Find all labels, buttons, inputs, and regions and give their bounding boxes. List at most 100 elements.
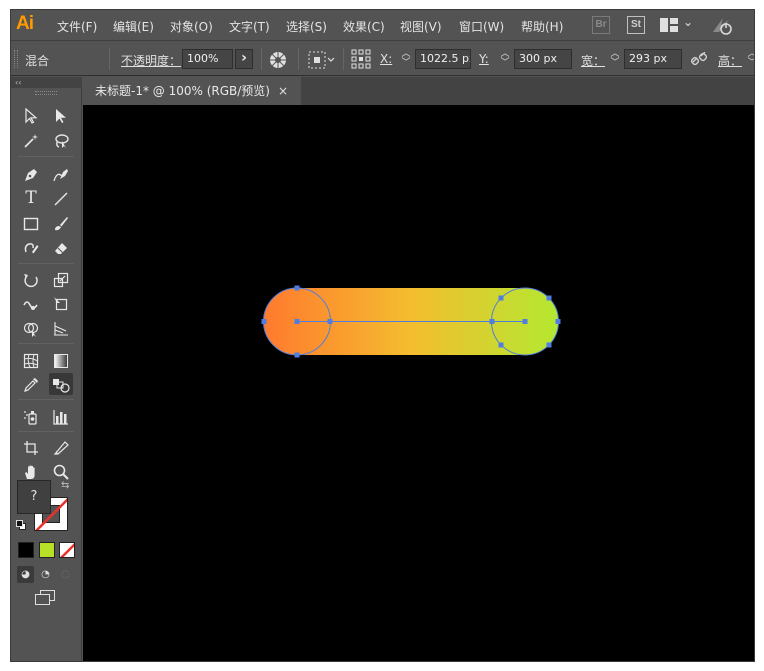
align-options-icon[interactable] xyxy=(308,51,336,69)
width-tool-icon[interactable] xyxy=(19,292,43,314)
hand-tool-icon[interactable] xyxy=(19,460,43,482)
menu-select[interactable]: 选择(S) xyxy=(286,18,327,35)
eraser-tool-icon[interactable] xyxy=(49,236,73,258)
divider xyxy=(18,156,74,157)
rectangle-tool-icon[interactable] xyxy=(19,212,43,234)
height-stepper[interactable]: ︿﹀ xyxy=(746,50,754,68)
opacity-dropdown-button[interactable]: › xyxy=(235,49,253,69)
selection-tool-icon[interactable] xyxy=(19,104,43,126)
divider xyxy=(18,399,74,400)
anchor-point[interactable] xyxy=(327,319,333,324)
anchor-point[interactable] xyxy=(498,342,504,348)
column-graph-tool-icon[interactable] xyxy=(49,405,73,427)
width-input[interactable]: 293 px xyxy=(624,49,682,69)
close-tab-icon[interactable]: × xyxy=(278,77,288,105)
y-label[interactable]: Y: xyxy=(479,52,489,66)
slice-tool-icon[interactable] xyxy=(49,436,73,458)
magic-wand-tool-icon[interactable] xyxy=(19,129,43,151)
perspective-grid-tool-icon[interactable] xyxy=(49,317,73,339)
scale-tool-icon[interactable] xyxy=(49,268,73,290)
divider xyxy=(18,431,74,432)
screen-mode-icon[interactable] xyxy=(35,590,57,610)
menu-edit[interactable]: 编辑(E) xyxy=(113,18,154,35)
anchor-point[interactable] xyxy=(294,285,300,291)
tools-panel-grip[interactable] xyxy=(35,91,57,95)
artboard-canvas[interactable] xyxy=(83,105,754,661)
direct-selection-tool-icon[interactable] xyxy=(49,104,73,126)
anchor-point[interactable] xyxy=(294,352,300,358)
arrange-dropdown-caret[interactable]: ⌄ xyxy=(683,15,693,29)
tools-panel-collapse[interactable]: ‹‹ xyxy=(11,77,82,88)
height-label[interactable]: 高： xyxy=(718,52,742,69)
zoom-tool-icon[interactable] xyxy=(49,460,73,482)
curvature-tool-icon[interactable] xyxy=(49,163,73,185)
x-label[interactable]: X: xyxy=(380,52,392,66)
draw-normal-icon[interactable]: ◕ xyxy=(17,566,34,583)
menu-type[interactable]: 文字(T) xyxy=(229,18,270,35)
document-tab-bar: 未标题-1* @ 100% (RGB/预览) × xyxy=(83,77,754,105)
eyedropper-tool-icon[interactable] xyxy=(19,373,43,395)
menu-effect[interactable]: 效果(C) xyxy=(343,18,385,35)
line-segment-tool-icon[interactable] xyxy=(49,187,73,209)
blend-label: 混合 xyxy=(25,54,50,68)
control-bar: 混合 不透明度： 100% › X: ︿ ﹀ 1022.5 px Y: ︿ ﹀ 30… xyxy=(11,42,754,76)
opacity-label[interactable]: 不透明度： xyxy=(121,52,181,69)
mesh-tool-icon[interactable] xyxy=(19,349,43,371)
x-stepper[interactable]: ︿ ﹀ xyxy=(400,50,412,68)
y-stepper[interactable]: ︿ ﹀ xyxy=(499,50,511,68)
paintbrush-tool-icon[interactable] xyxy=(49,212,73,234)
anchor-point[interactable] xyxy=(489,319,495,324)
reference-point-icon[interactable] xyxy=(351,49,371,69)
shape-builder-tool-icon[interactable] xyxy=(19,317,43,339)
anchor-point[interactable] xyxy=(294,319,300,324)
lasso-tool-icon[interactable] xyxy=(49,129,73,151)
recolor-artwork-icon[interactable] xyxy=(269,51,287,69)
draw-inside-icon[interactable]: ◌ xyxy=(57,566,74,583)
menu-view[interactable]: 视图(V) xyxy=(400,18,442,35)
document-tab[interactable]: 未标题-1* @ 100% (RGB/预览) × xyxy=(83,77,301,105)
artwork-layer xyxy=(261,285,561,358)
anchor-point[interactable] xyxy=(261,319,267,324)
color-swatch-black[interactable] xyxy=(18,542,34,558)
ai-logo: Ai xyxy=(16,13,34,34)
rotate-tool-icon[interactable] xyxy=(19,268,43,290)
menu-window[interactable]: 窗口(W) xyxy=(459,18,504,35)
color-swatch-none[interactable] xyxy=(59,542,75,558)
menu-object[interactable]: 对象(O) xyxy=(170,18,213,35)
anchor-point[interactable] xyxy=(546,295,552,301)
shaper-tool-icon[interactable] xyxy=(19,236,43,258)
pen-tool-icon[interactable] xyxy=(19,163,43,185)
menu-file[interactable]: 文件(F) xyxy=(57,18,97,35)
menu-bar: Ai 文件(F) 编辑(E) 对象(O) 文字(T) 选择(S) 效果(C) 视… xyxy=(11,10,754,41)
x-input[interactable]: 1022.5 px xyxy=(415,49,471,69)
tools-panel: ‹‹ T ⇆ ? ◕ ◔ ◌ xyxy=(11,77,82,661)
symbol-sprayer-tool-icon[interactable] xyxy=(19,405,43,427)
artboard-tool-icon[interactable] xyxy=(19,436,43,458)
width-label[interactable]: 宽： xyxy=(581,52,605,69)
y-input[interactable]: 300 px xyxy=(514,49,572,69)
stock-button[interactable]: St xyxy=(627,16,645,34)
menu-help[interactable]: 帮助(H) xyxy=(521,18,563,35)
opacity-input[interactable]: 100% xyxy=(182,49,233,69)
draw-behind-icon[interactable]: ◔ xyxy=(37,566,54,583)
width-stepper[interactable]: ︿ ﹀ xyxy=(609,50,621,68)
control-bar-grip[interactable] xyxy=(14,50,18,68)
type-tool-icon[interactable]: T xyxy=(19,187,43,209)
default-fill-stroke-icon[interactable] xyxy=(16,519,26,530)
constrain-proportions-icon[interactable] xyxy=(690,51,708,66)
anchor-point[interactable] xyxy=(522,319,528,324)
swap-fill-stroke-icon[interactable]: ⇆ xyxy=(61,480,69,491)
free-transform-tool-icon[interactable] xyxy=(49,292,73,314)
anchor-point[interactable] xyxy=(555,319,561,324)
anchor-point[interactable] xyxy=(546,342,552,348)
anchor-point[interactable] xyxy=(498,295,504,301)
fill-swatch[interactable]: ? xyxy=(17,480,51,514)
blend-tool-icon[interactable] xyxy=(49,373,73,395)
arrange-documents-icon[interactable] xyxy=(660,18,678,32)
document-tab-title: 未标题-1* @ 100% (RGB/预览) xyxy=(95,84,270,98)
color-swatch-green[interactable] xyxy=(39,542,55,558)
bridge-button[interactable]: Br xyxy=(592,16,610,34)
divider xyxy=(298,48,299,70)
gradient-tool-icon[interactable] xyxy=(49,349,73,371)
gpu-performance-icon[interactable] xyxy=(711,14,733,36)
